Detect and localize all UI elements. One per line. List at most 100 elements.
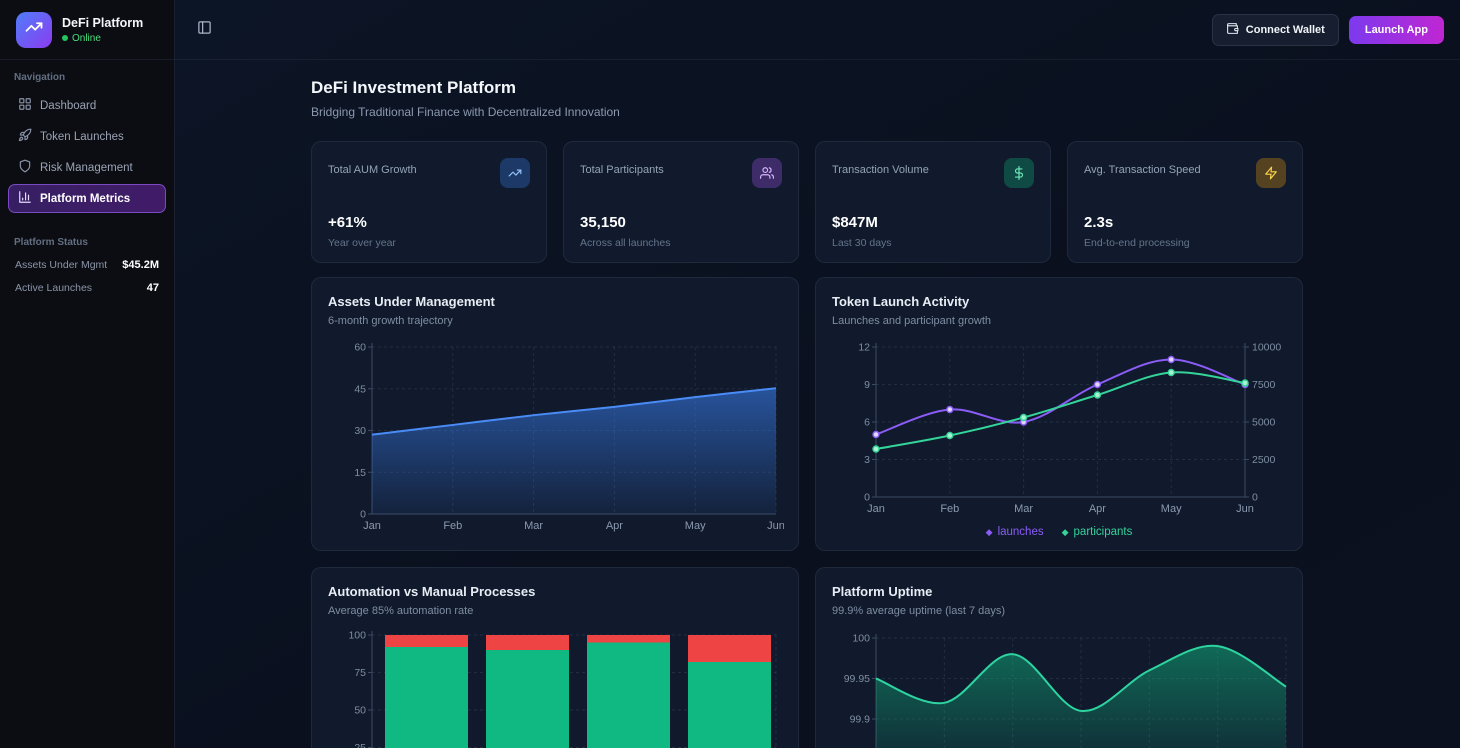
uptime-area	[876, 646, 1286, 748]
svg-text:99.95: 99.95	[844, 673, 870, 685]
stat-card-avg-transaction-speed: Avg. Transaction Speed2.3sEnd-to-end pro…	[1067, 141, 1303, 263]
svg-text:Apr: Apr	[606, 520, 623, 532]
svg-text:Jun: Jun	[767, 520, 784, 532]
sidebar-toggle-button[interactable]	[191, 17, 217, 43]
legend-item-launches[interactable]: ◆ launches	[986, 526, 1044, 538]
app-logo	[16, 12, 52, 48]
sidebar: DeFi Platform Online Navigation Dashboar…	[0, 0, 175, 748]
legend-diamond-icon: ◆	[986, 527, 993, 538]
status-value: 47	[147, 282, 159, 294]
stat-card-sub: Across all launches	[580, 237, 782, 249]
trending-up-icon	[25, 18, 43, 41]
chart-launch: 036912025005000750010000JanFebMarAprMayJ…	[832, 337, 1286, 524]
series-participants	[873, 370, 1248, 453]
sidebar-item-label: Dashboard	[40, 100, 96, 112]
svg-text:60: 60	[354, 342, 366, 354]
token-launch-chart-card: Token Launch Activity Launches and parti…	[815, 277, 1303, 551]
stat-card-label: Total Participants	[580, 164, 664, 176]
svg-text:100: 100	[852, 633, 870, 645]
stat-card-sub: Last 30 days	[832, 237, 1034, 249]
sidebar-header: DeFi Platform Online	[0, 0, 174, 60]
svg-text:99.9: 99.9	[850, 714, 871, 726]
svg-text:Feb: Feb	[940, 503, 959, 515]
svg-text:9: 9	[864, 379, 870, 391]
sidebar-item-token-launches[interactable]: Token Launches	[8, 122, 166, 151]
svg-text:12: 12	[858, 342, 870, 354]
legend-label: participants	[1074, 526, 1133, 538]
svg-text:May: May	[1161, 503, 1182, 515]
platform-status-section: Platform Status Assets Under Mgmt$45.2MA…	[8, 237, 166, 294]
uptime-chart-title: Platform Uptime	[832, 584, 1286, 599]
svg-text:2500: 2500	[1252, 454, 1276, 466]
status-row: Assets Under Mgmt$45.2M	[8, 259, 166, 271]
token-launch-chart-subtitle: Launches and participant growth	[832, 315, 1286, 327]
rocket-icon	[18, 128, 32, 145]
connect-wallet-label: Connect Wallet	[1246, 24, 1325, 36]
legend-label: launches	[998, 526, 1044, 538]
launch-app-button[interactable]: Launch App	[1349, 16, 1444, 44]
automation-chart-svg: 0255075100	[328, 627, 784, 748]
charts-row-2: Automation vs Manual Processes Average 8…	[311, 567, 1303, 748]
legend-item-participants[interactable]: ◆ participants	[1062, 526, 1133, 538]
aum-chart-svg: 015304560JanFebMarAprMayJun	[328, 337, 784, 533]
stat-card-value: 2.3s	[1084, 214, 1286, 231]
chart-aum: 015304560JanFebMarAprMayJun	[328, 337, 782, 538]
dollar-icon	[1004, 158, 1034, 188]
automation-chart-subtitle: Average 85% automation rate	[328, 605, 782, 617]
automation-chart-card: Automation vs Manual Processes Average 8…	[311, 567, 799, 748]
svg-text:5000: 5000	[1252, 417, 1276, 429]
sidebar-nav: Dashboard Token Launches Risk ManagementPl…	[8, 91, 166, 213]
uptime-chart-card: Platform Uptime 99.9% average uptime (la…	[815, 567, 1303, 748]
bar-segment-manual	[688, 635, 771, 662]
uptime-chart-svg: 99.9 99.95 100	[832, 627, 1288, 748]
platform-status-rows: Assets Under Mgmt$45.2MActive Launches47	[8, 259, 166, 294]
svg-text:7500: 7500	[1252, 379, 1276, 391]
svg-text:Feb: Feb	[443, 520, 462, 532]
stat-card-label: Transaction Volume	[832, 164, 929, 176]
stat-cards-row: Total AUM Growth+61%Year over yearTotal …	[311, 141, 1303, 263]
page-title: DeFi Investment Platform	[311, 78, 1303, 98]
aum-chart-card: Assets Under Management 6-month growth t…	[311, 277, 799, 551]
svg-text:Jan: Jan	[867, 503, 885, 515]
svg-text:6: 6	[864, 417, 870, 429]
legend-diamond-icon: ◆	[1062, 527, 1069, 538]
topbar: Connect Wallet Launch App	[175, 0, 1460, 60]
aum-chart-title: Assets Under Management	[328, 294, 782, 309]
stat-card-value: $847M	[832, 214, 1034, 231]
status-section-label: Platform Status	[8, 237, 166, 248]
svg-text:Mar: Mar	[524, 520, 543, 532]
svg-text:0: 0	[1252, 492, 1258, 504]
brand-name: DeFi Platform	[62, 16, 143, 30]
y-axis-ticks: 99.9 99.95 100	[844, 633, 876, 726]
uptime-chart-subtitle: 99.9% average uptime (last 7 days)	[832, 605, 1286, 617]
chart-automation: 0255075100	[328, 627, 782, 748]
x-axis-labels: Jan Feb Mar Apr May Jun	[363, 520, 784, 532]
x-axis-labels: JanFebMarAprMayJun	[867, 503, 1254, 515]
left-axis-ticks: 036912	[858, 342, 876, 504]
sidebar-item-risk-management[interactable]: Risk Management	[8, 153, 166, 182]
sidebar-item-platform-metrics[interactable]: Platform Metrics	[8, 184, 166, 213]
zap-icon	[1256, 158, 1286, 188]
status-label: Assets Under Mgmt	[15, 259, 107, 271]
y-axis-ticks: 0255075100	[348, 630, 372, 748]
shield-icon	[18, 159, 32, 176]
bar-segment-manual	[587, 635, 670, 643]
sidebar-item-label: Token Launches	[40, 131, 124, 143]
svg-text:Jun: Jun	[1236, 503, 1254, 515]
svg-text:25: 25	[354, 742, 366, 748]
page-content: DeFi Investment Platform Bridging Tradit…	[311, 60, 1303, 748]
svg-text:Jan: Jan	[363, 520, 381, 532]
sidebar-item-dashboard[interactable]: Dashboard	[8, 91, 166, 120]
svg-text:0: 0	[360, 509, 366, 521]
automation-chart-title: Automation vs Manual Processes	[328, 584, 782, 599]
bar-segment-automated	[688, 662, 771, 748]
bar-segment-automated	[486, 650, 569, 748]
bar-segment-automated	[385, 647, 468, 748]
stat-card-label: Avg. Transaction Speed	[1084, 164, 1201, 176]
series-launches	[873, 357, 1248, 438]
right-axis-ticks: 025005000750010000	[1245, 342, 1281, 504]
svg-text:Apr: Apr	[1089, 503, 1106, 515]
charts-row-1: Assets Under Management 6-month growth t…	[311, 277, 1303, 551]
svg-text:May: May	[685, 520, 706, 532]
connect-wallet-button[interactable]: Connect Wallet	[1212, 14, 1339, 46]
